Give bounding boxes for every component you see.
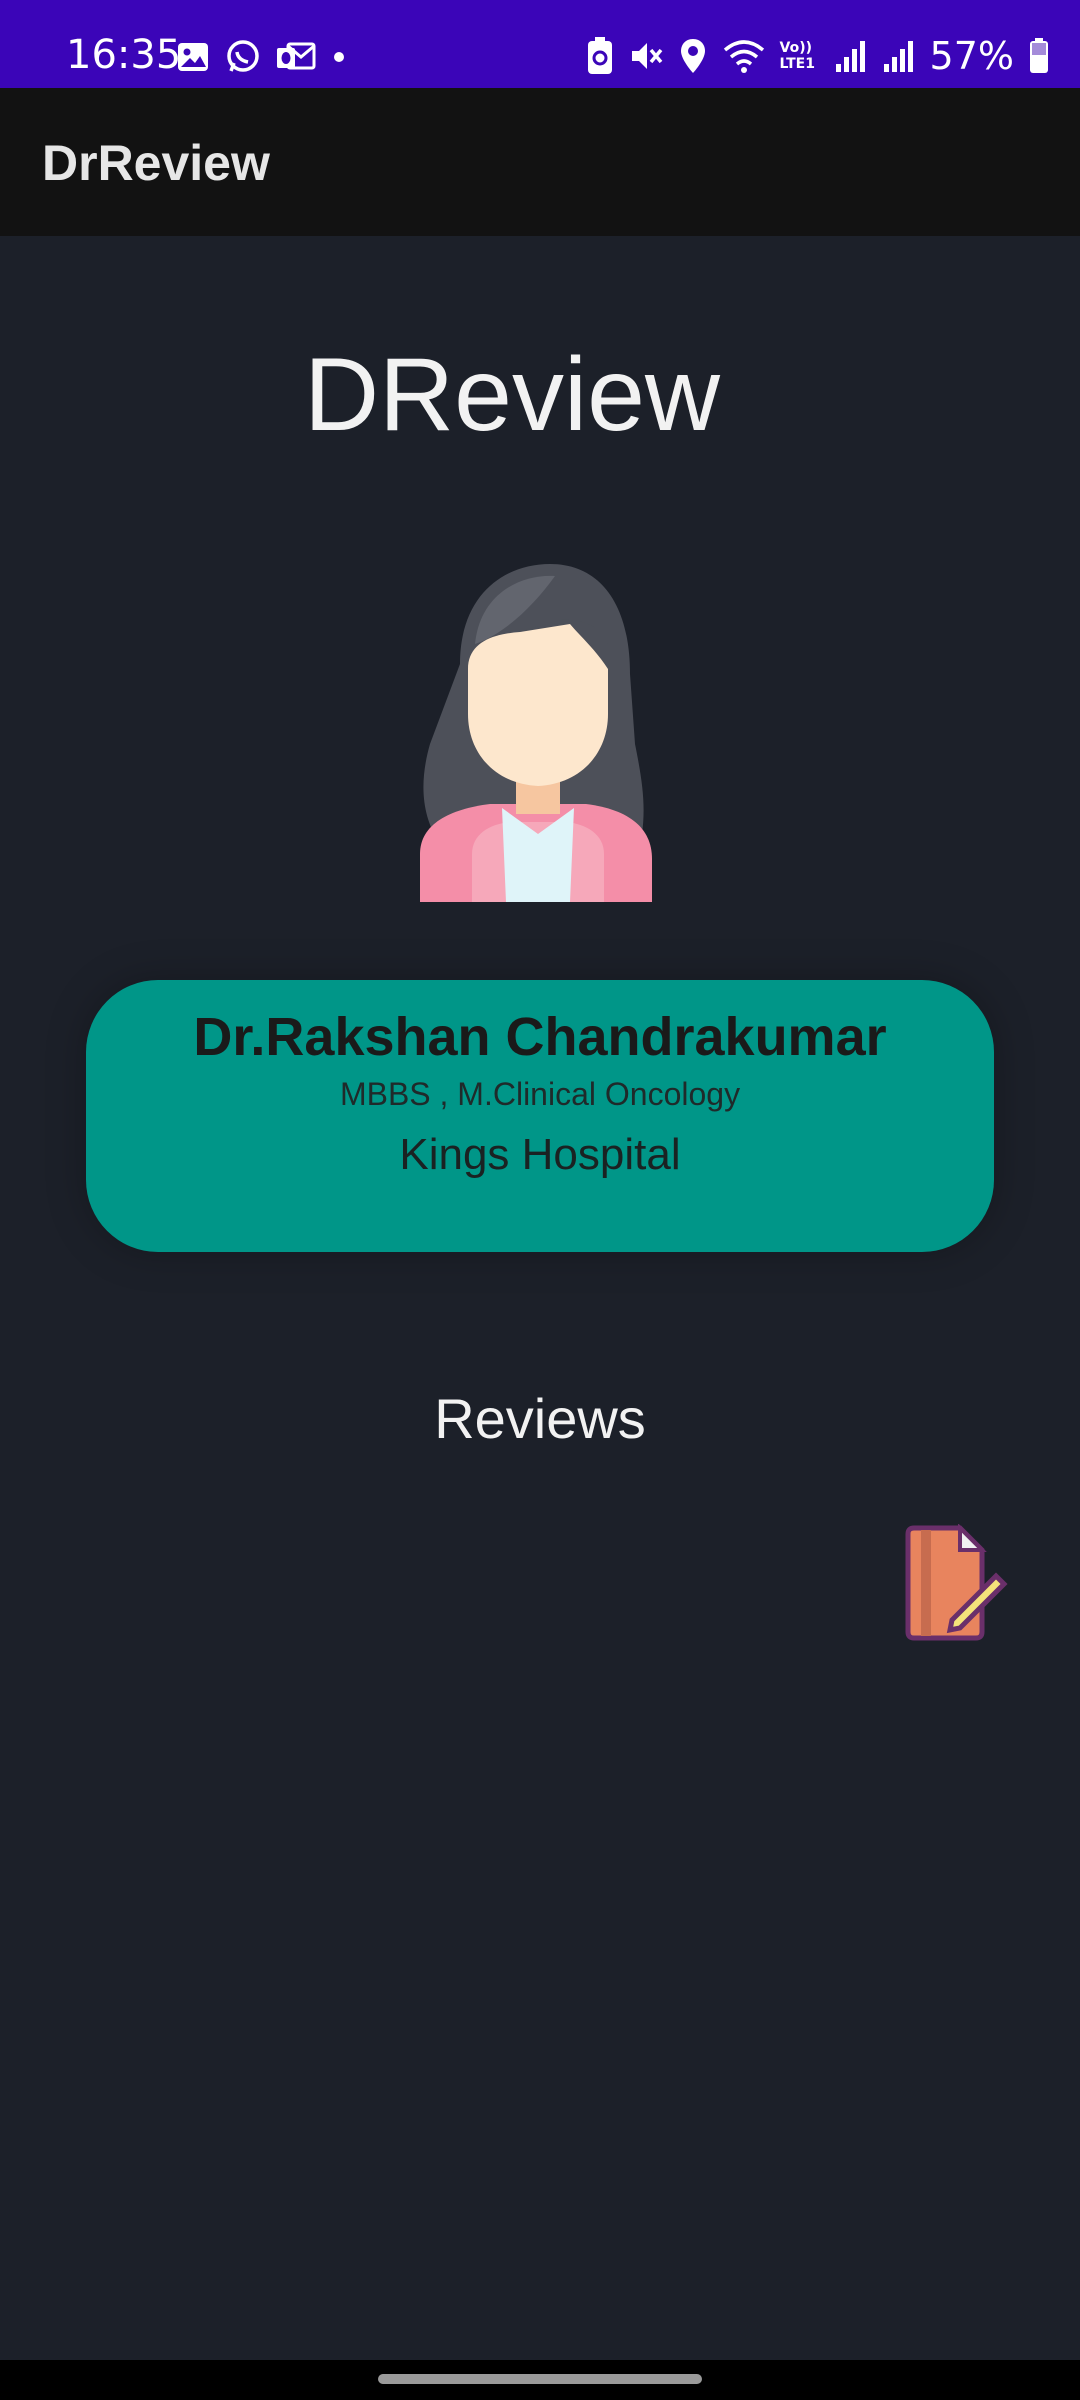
battery-percentage: 57% (929, 34, 1014, 78)
whatsapp-icon (227, 40, 259, 72)
location-icon (680, 39, 705, 73)
status-time: 16:35 (66, 32, 182, 78)
battery-icon (1030, 38, 1048, 73)
page-heading: DReview (303, 337, 721, 453)
signal-icon (835, 41, 865, 72)
dot-icon (334, 52, 344, 62)
signal-icon (883, 41, 913, 72)
gallery-icon (178, 43, 208, 71)
write-review-button[interactable] (900, 1524, 1010, 1642)
app-title: DrReview (42, 135, 270, 191)
doctor-degree: MBBS , M.Clinical Oncology (339, 1076, 741, 1112)
doctor-avatar (420, 564, 652, 902)
network-type-label: Vo)) LTE1 (779, 40, 815, 72)
mute-icon (631, 43, 662, 69)
doctor-name: Dr.Rakshan Chandrakumar (193, 1007, 887, 1067)
wifi-icon (723, 40, 764, 73)
doctor-hospital: Kings Hospital (399, 1130, 681, 1179)
navigation-bar (0, 2360, 1080, 2400)
notification-icons (176, 38, 348, 76)
system-icons: Vo)) LTE1 57% (586, 34, 1050, 78)
reviews-heading: Reviews (434, 1387, 646, 1450)
battery-saver-icon (587, 37, 612, 74)
home-indicator[interactable] (378, 2374, 702, 2384)
outlook-icon (277, 42, 316, 70)
status-bar: 16:35 Vo)) LTE1 57% (0, 0, 1080, 88)
app-bar: DrReview (0, 88, 1080, 236)
doctor-info-card: Dr.Rakshan Chandrakumar MBBS , M.Clinica… (86, 980, 994, 1252)
